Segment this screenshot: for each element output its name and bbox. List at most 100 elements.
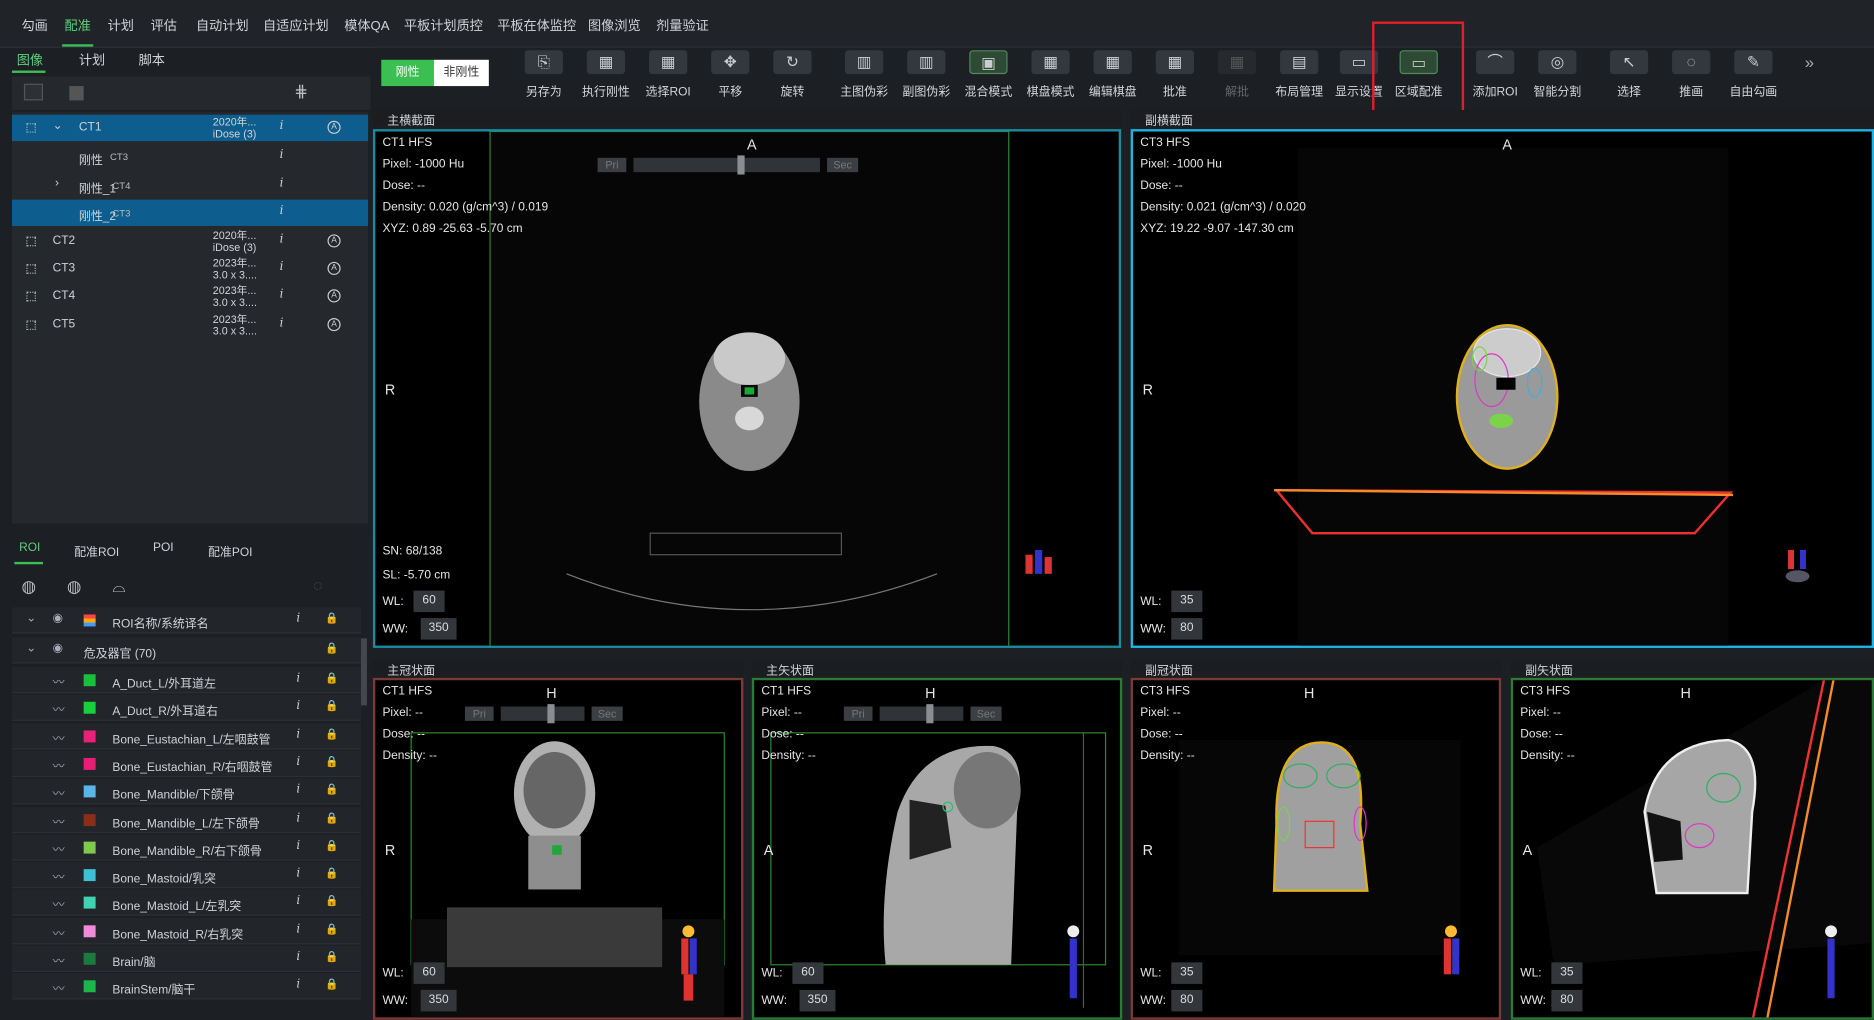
roi-color-swatch[interactable] <box>83 702 96 715</box>
tab-images[interactable]: 图像 <box>17 50 43 69</box>
roi-group-row[interactable]: ⌄ ◉ 危及器官 (70) 🔒 <box>11 637 361 664</box>
toolbar-button-layout[interactable]: ▤ 布局管理 <box>1269 50 1329 105</box>
info-icon[interactable]: i <box>280 177 284 190</box>
toolbar-button-pan[interactable]: ✥ 平移 <box>700 50 760 105</box>
toolbar-button-select[interactable]: ↖ 选择 <box>1599 50 1659 105</box>
info-icon[interactable]: i <box>296 895 300 908</box>
lock-icon[interactable]: 🔒 <box>325 783 338 796</box>
toolbar-button-checkerboard-mode[interactable]: ▦ 棋盘模式 <box>1021 50 1081 105</box>
toolbar-button-add-roi[interactable]: ⌒ 添加ROI <box>1465 50 1525 105</box>
roi-row[interactable]: 〰 Bone_Mandible_L/左下颌骨 i 🔒 <box>11 806 361 833</box>
menu-item-0[interactable]: 勾画 <box>22 16 48 35</box>
toolbar-button-free-draw[interactable]: ✎ 自由勾画 <box>1723 50 1783 105</box>
window-level-input[interactable]: 35 <box>1171 590 1203 613</box>
toolbar-button-secondary-pseudocolor[interactable]: ▥ 副图伪彩 <box>896 50 956 105</box>
eye-icon[interactable]: 〰 <box>53 672 65 690</box>
series-row[interactable]: ⌄ CT1 2020年... iDose (3) i A <box>11 114 369 142</box>
tab-poi[interactable]: POI <box>153 542 174 555</box>
menu-item-9[interactable]: 图像浏览 <box>588 16 641 35</box>
info-icon[interactable]: i <box>296 811 300 824</box>
info-icon[interactable]: i <box>296 728 300 741</box>
eye-icon[interactable]: ◉ <box>53 642 63 655</box>
roi-row[interactable]: 〰 Brain/脑 i 🔒 <box>11 945 361 972</box>
series-row[interactable]: CT4 2023年... 3.0 x 3.... i A <box>12 283 368 309</box>
info-icon[interactable]: i <box>280 317 284 330</box>
info-icon[interactable]: i <box>296 612 300 625</box>
lock-icon[interactable]: 🔒 <box>325 839 338 852</box>
lock-icon[interactable]: 🔒 <box>325 923 338 936</box>
window-level-input[interactable]: 60 <box>413 962 445 984</box>
toolbar-button-save-as[interactable]: ⎘ 另存为 <box>514 50 574 105</box>
eye-icon[interactable]: ◉ <box>53 612 63 625</box>
roi-color-swatch[interactable] <box>83 924 96 937</box>
eye-icon[interactable]: 〰 <box>53 895 65 912</box>
info-icon[interactable]: i <box>296 839 300 852</box>
info-icon[interactable]: i <box>296 950 300 963</box>
lock-icon[interactable]: 🔒 <box>325 728 338 741</box>
info-icon[interactable]: i <box>296 672 300 685</box>
expand-icon[interactable]: › <box>55 177 59 190</box>
view-main-coronal[interactable]: CT1 HFS Pixel: -- Dose: -- Density: -- H R WL:… <box>372 677 744 1020</box>
eye-icon[interactable]: 〰 <box>53 728 65 745</box>
info-icon[interactable]: i <box>296 867 300 880</box>
import-series-icon[interactable] <box>23 83 44 101</box>
slider-thumb[interactable] <box>547 704 555 724</box>
roi-color-swatch[interactable] <box>83 729 96 742</box>
info-icon[interactable]: i <box>296 978 300 991</box>
info-icon[interactable]: i <box>296 755 300 768</box>
roi-color-swatch[interactable] <box>83 785 96 798</box>
eye-icon[interactable]: 〰 <box>53 783 65 801</box>
roi-color-swatch[interactable] <box>83 952 96 965</box>
toolbar-button-approve[interactable]: ▦ 批准 <box>1145 50 1205 105</box>
menu-item-2[interactable]: 计划 <box>108 16 134 35</box>
toolbar-overflow-icon[interactable]: » <box>1805 53 1814 72</box>
series-row[interactable]: CT2 2020年... iDose (3) i A <box>12 228 368 254</box>
slider-track[interactable] <box>633 157 820 173</box>
series-row[interactable]: › 刚性_1 CT4 i <box>12 172 368 198</box>
menu-item-10[interactable]: 剂量验证 <box>656 16 709 35</box>
tab-roi[interactable]: ROI <box>19 542 40 555</box>
series-row[interactable]: CT5 2023年... 3.0 x 3.... i A <box>12 312 368 338</box>
series-row[interactable]: CT3 2023年... 3.0 x 3.... i A <box>12 256 368 282</box>
menu-item-4[interactable]: 自动计划 <box>196 16 249 35</box>
blend-slider[interactable]: Pri Sec <box>597 155 892 175</box>
lock-icon[interactable]: 🔒 <box>325 895 338 908</box>
roi-row[interactable]: 〰 Bone_Mastoid_L/左乳突 i 🔒 <box>11 889 361 917</box>
roi-scrollbar[interactable] <box>360 638 367 706</box>
view-sec-axial[interactable]: CT3 HFS Pixel: -1000 Hu Dose: -- Density: 0… <box>1130 129 1874 648</box>
lock-icon[interactable]: 🔒 <box>325 811 338 824</box>
eye-icon[interactable]: 〰 <box>53 839 65 857</box>
roi-row[interactable]: 〰 Bone_Mandible/下颌骨 i 🔒 <box>11 778 361 805</box>
slider-track[interactable] <box>879 706 964 721</box>
lock-icon[interactable]: 🔒 <box>325 700 338 713</box>
lock-icon[interactable]: 🔒 <box>325 642 338 655</box>
window-level-input[interactable]: 60 <box>413 590 445 613</box>
info-icon[interactable]: i <box>280 148 284 161</box>
roi-row[interactable]: 〰 Bone_Eustachian_L/左咽鼓管 i 🔒 <box>11 722 361 750</box>
view-main-axial[interactable]: CT1 HFS Pixel: -1000 Hu Dose: -- Density: 0… <box>372 129 1122 648</box>
blend-slider[interactable]: Pri Sec <box>464 704 656 724</box>
info-icon[interactable]: i <box>296 783 300 796</box>
slider-thumb[interactable] <box>926 704 934 724</box>
eye-icon[interactable]: 〰 <box>53 700 65 718</box>
roi-color-swatch[interactable] <box>83 869 96 882</box>
series-row[interactable]: 刚性_2 CT3 i <box>11 199 369 226</box>
info-icon[interactable]: i <box>280 204 284 217</box>
toolbar-button-edit-checkerboard[interactable]: ▦ 编辑棋盘 <box>1083 50 1143 105</box>
window-level-input[interactable]: 35 <box>1551 962 1583 984</box>
toolbar-button-push-draw[interactable]: ◌ 推画 <box>1661 50 1721 105</box>
slider-thumb[interactable] <box>737 155 746 175</box>
view-main-sagittal[interactable]: CT1 HFS Pixel: -- Dose: -- Density: -- H A WL:… <box>751 677 1123 1020</box>
toolbar-button-execute-rigid[interactable]: ▦ 执行刚性 <box>576 50 636 105</box>
tab-reg-roi[interactable]: 配准ROI <box>74 542 119 559</box>
window-width-input[interactable]: 80 <box>1171 618 1203 640</box>
window-width-input[interactable]: 350 <box>799 989 836 1012</box>
eye-icon[interactable]: 〰 <box>53 867 65 885</box>
window-level-input[interactable]: 60 <box>792 962 824 984</box>
eye-icon[interactable]: 〰 <box>53 978 65 996</box>
tab-reg-poi[interactable]: 配准POI <box>208 542 253 559</box>
panel-splitter[interactable] <box>0 523 371 536</box>
window-width-input[interactable]: 80 <box>1171 989 1203 1012</box>
eye-icon[interactable]: 〰 <box>53 811 65 829</box>
tab-script[interactable]: 脚本 <box>139 50 165 69</box>
